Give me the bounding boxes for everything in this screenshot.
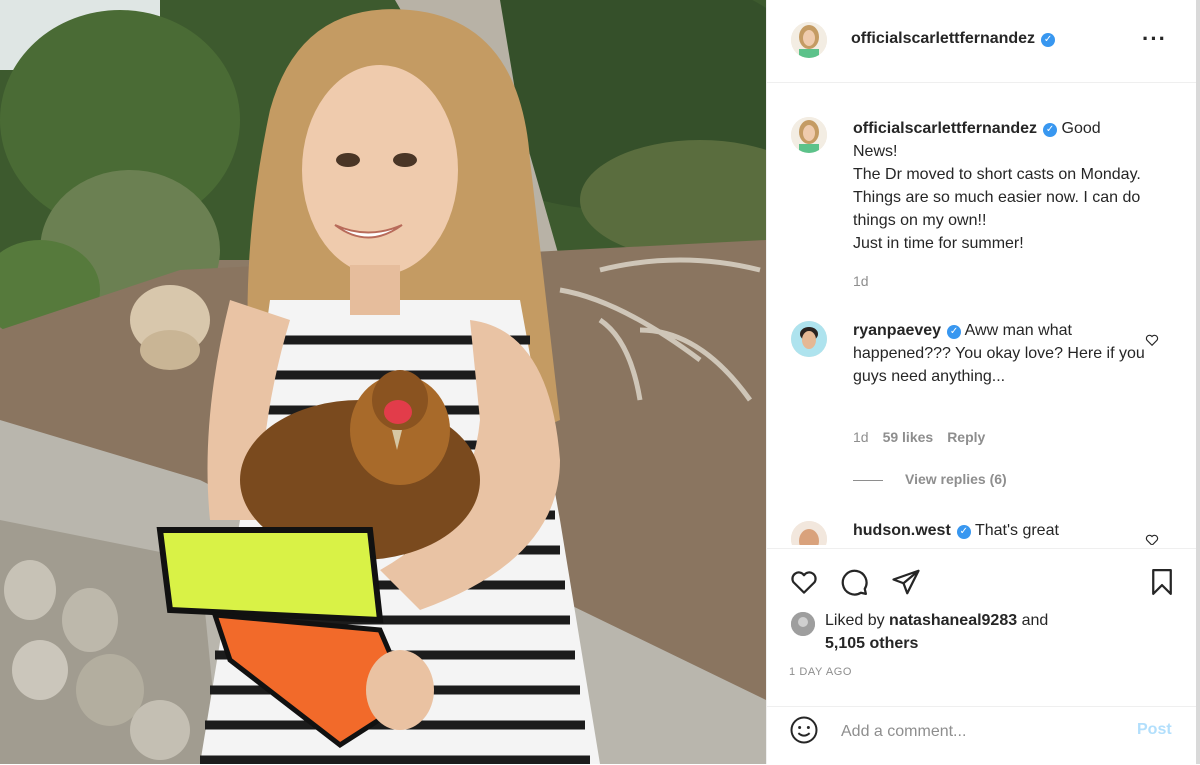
- caption-username[interactable]: officialscarlettfernandez: [853, 120, 1037, 137]
- more-options-icon[interactable]: ···: [1142, 26, 1167, 52]
- caption-text: officialscarlettfernandez ✓ Good News! Th…: [853, 117, 1153, 255]
- add-comment-bar: Post: [767, 706, 1197, 765]
- author-username[interactable]: officialscarlettfernandez: [851, 30, 1035, 47]
- commenter-avatar-image: [791, 321, 827, 357]
- emoji-icon[interactable]: [789, 715, 819, 745]
- verified-badge-icon: ✓: [947, 325, 962, 339]
- caption-meta: 1d: [853, 273, 883, 289]
- likes-summary: Liked by natashaneal9283 and 5,105 other…: [825, 609, 1048, 655]
- caption-time[interactable]: 1d: [853, 273, 869, 289]
- liker-avatar-image: [791, 612, 815, 636]
- reply-button[interactable]: Reply: [947, 429, 985, 445]
- verified-badge-icon: ✓: [1041, 33, 1056, 47]
- author-avatar[interactable]: [791, 22, 827, 58]
- instagram-post: officialscarlettfernandez ✓ ··· officials…: [0, 0, 1200, 764]
- photo-illustration: [0, 0, 766, 764]
- comment-input[interactable]: [839, 719, 1133, 745]
- verified-badge-icon: ✓: [1043, 123, 1058, 137]
- post-comment-button[interactable]: Post: [1137, 721, 1172, 739]
- caption-avatar-image: [791, 117, 827, 153]
- heart-icon[interactable]: [789, 567, 819, 597]
- verified-badge-icon: ✓: [956, 525, 971, 539]
- share-icon[interactable]: [891, 567, 921, 597]
- likes-prefix: Liked by: [825, 612, 885, 629]
- caption-first-word: Good: [1061, 120, 1101, 137]
- commenter-avatar[interactable]: [791, 521, 827, 545]
- comment-likes[interactable]: 59 likes: [883, 429, 934, 445]
- liker-avatar[interactable]: [791, 612, 815, 636]
- view-replies-label[interactable]: View replies (6): [905, 471, 1007, 487]
- bookmark-icon[interactable]: [1147, 567, 1177, 597]
- comment-icon[interactable]: [839, 567, 869, 597]
- comment-text: ryanpaevey ✓ Aww man what happened??? You…: [853, 319, 1153, 388]
- likes-connector: and: [1021, 612, 1049, 629]
- comment-body: That's great: [974, 522, 1059, 539]
- post-side-panel: officialscarlettfernandez ✓ ··· officials…: [766, 0, 1197, 764]
- post-actions: Liked by natashaneal9283 and 5,105 other…: [767, 548, 1197, 709]
- comment-text: hudson.west ✓ That's great: [853, 519, 1153, 542]
- caption-avatar[interactable]: [791, 117, 827, 153]
- comment-username[interactable]: hudson.west: [853, 522, 951, 539]
- commenter-avatar-image: [791, 521, 827, 545]
- comment-username[interactable]: ryanpaevey: [853, 322, 941, 339]
- post-header: officialscarlettfernandez ✓ ···: [767, 0, 1197, 83]
- post-photo[interactable]: [0, 0, 766, 764]
- like-comment-heart-icon[interactable]: [1145, 533, 1159, 545]
- window-edge: [1196, 0, 1200, 764]
- likes-others[interactable]: 5,105 others: [825, 635, 918, 652]
- liker-username[interactable]: natashaneal9283: [889, 612, 1017, 629]
- caption-body: News! The Dr moved to short casts on Mon…: [853, 143, 1141, 252]
- author-name[interactable]: officialscarlettfernandez ✓: [851, 30, 1056, 48]
- comment-meta: 1d 59 likes Reply: [853, 429, 999, 445]
- commenter-avatar[interactable]: [791, 321, 827, 357]
- post-timestamp[interactable]: 1 DAY AGO: [789, 666, 852, 678]
- comments-list[interactable]: officialscarlettfernandez ✓ Good News! Th…: [767, 83, 1197, 545]
- like-comment-heart-icon[interactable]: [1145, 333, 1159, 347]
- view-replies-button[interactable]: View replies (6): [853, 471, 1007, 487]
- replies-divider: [853, 479, 883, 481]
- author-avatar-image: [791, 22, 827, 58]
- comment-time[interactable]: 1d: [853, 429, 869, 445]
